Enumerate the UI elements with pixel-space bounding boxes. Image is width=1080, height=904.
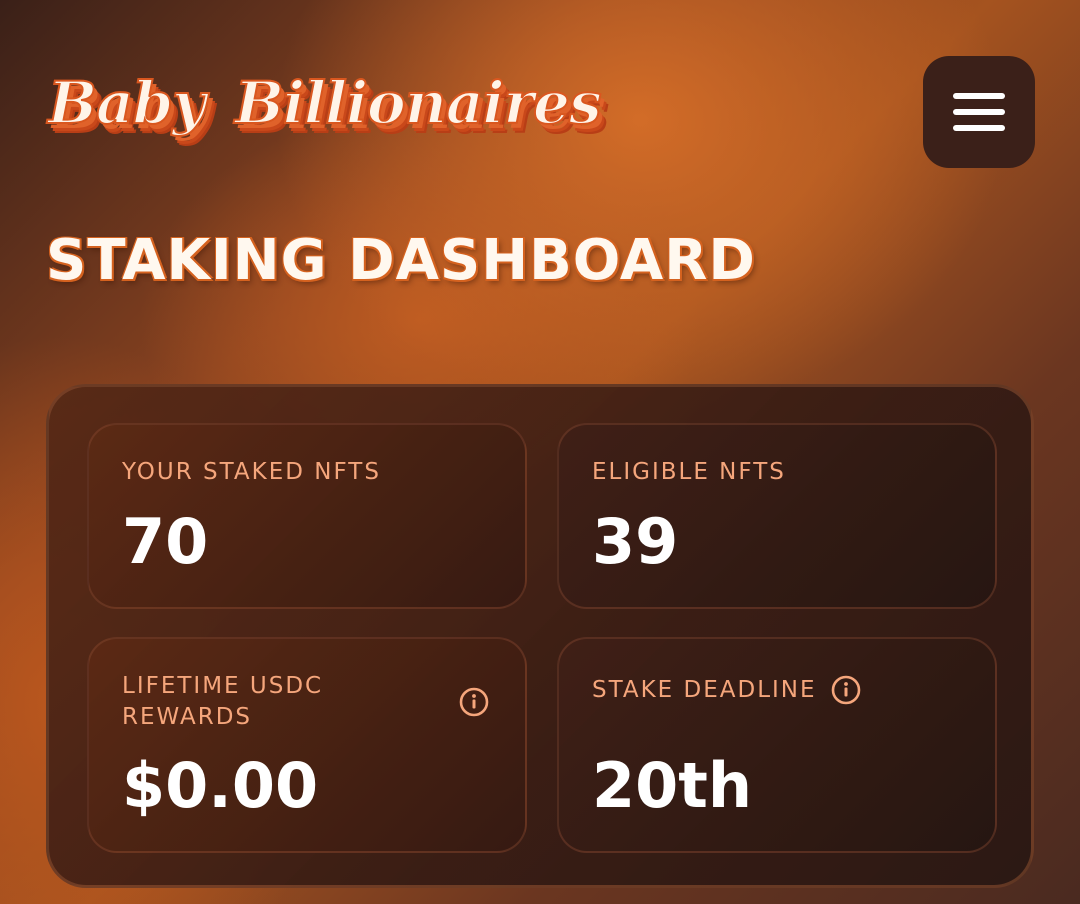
lifetime-rewards-card: LIFETIME USDC REWARDS $0.00 [87,637,527,853]
lifetime-rewards-value: $0.00 [122,749,319,822]
lifetime-rewards-label: LIFETIME USDC REWARDS [122,673,324,730]
hamburger-menu-icon-bar [953,109,1005,115]
staked-nfts-card: YOUR STAKED NFTS 70 [87,423,527,609]
menu-button[interactable] [923,56,1035,168]
logo-word-billionaires: Billionaires [234,68,603,138]
eligible-nfts-label: ELIGIBLE NFTS [592,459,786,485]
staked-nfts-value: 70 [122,505,209,578]
info-icon[interactable] [459,687,489,717]
logo-word-baby: Baby [47,68,207,138]
eligible-nfts-value: 39 [592,505,679,578]
stats-panel: YOUR STAKED NFTS 70 ELIGIBLE NFTS 39 LIF… [46,384,1034,888]
hamburger-menu-icon [953,93,1005,99]
stake-deadline-card: STAKE DEADLINE 20th [557,637,997,853]
stake-deadline-label: STAKE DEADLINE [592,677,817,703]
stake-deadline-value: 20th [592,749,753,822]
info-icon[interactable] [831,675,861,705]
page-title: STAKING DASHBOARD [46,228,756,293]
brand-logo[interactable]: Baby Billionaires [47,58,603,148]
eligible-nfts-card: ELIGIBLE NFTS 39 [557,423,997,609]
staked-nfts-label: YOUR STAKED NFTS [122,459,381,485]
hamburger-menu-icon-bar [953,125,1005,131]
